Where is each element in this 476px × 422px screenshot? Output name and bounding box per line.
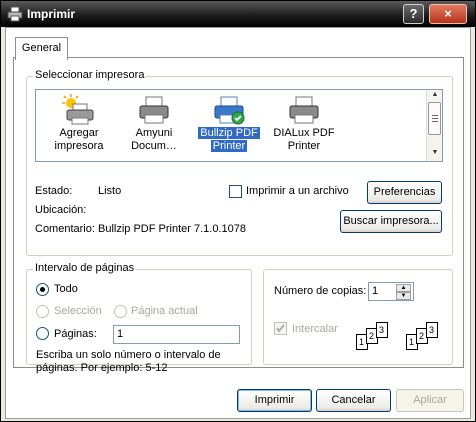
- collate-illustration: 1 2 3: [356, 322, 396, 362]
- print-button[interactable]: Imprimir: [237, 389, 312, 412]
- dialog-body: General Seleccionar impresora Agregar im…: [5, 27, 471, 419]
- selection-radio[interactable]: [36, 305, 49, 318]
- status-value: Listo: [98, 185, 122, 197]
- all-pages-radio[interactable]: [36, 283, 49, 296]
- help-button[interactable]: ?: [403, 4, 424, 24]
- printer-item-bullzip[interactable]: Bullzip PDF Printer: [194, 90, 264, 160]
- collate-illustration: 1 2 3: [406, 322, 446, 362]
- collate-label[interactable]: Intercalar: [292, 323, 338, 335]
- printer-icon: [289, 96, 319, 124]
- printer-icon: [139, 96, 169, 124]
- printer-label: Bullzip PDF Printer: [198, 127, 260, 152]
- copies-spinner[interactable]: 1 ▲ ▼: [368, 282, 414, 301]
- add-printer-icon: [62, 94, 94, 125]
- range-help-text-2: páginas. Por ejemplo: 5-12: [36, 362, 168, 374]
- default-printer-icon: [214, 96, 245, 125]
- preferences-button[interactable]: Preferencias: [367, 181, 442, 204]
- page-range-group: Intervalo de páginas Todo Selección Pági…: [26, 262, 252, 374]
- comment-value: Bullzip PDF Printer 7.1.0.1078: [98, 223, 246, 235]
- scroll-up-icon[interactable]: ▲: [430, 91, 440, 101]
- select-printer-group: Seleccionar impresora Agregar impresora …: [26, 69, 453, 256]
- window-title: Imprimir: [27, 7, 76, 21]
- spin-up-icon[interactable]: ▲: [396, 284, 411, 292]
- comment-label: Comentario:: [35, 223, 95, 235]
- printer-icon: [7, 6, 23, 22]
- select-printer-legend: Seleccionar impresora: [33, 69, 147, 81]
- scroll-down-icon[interactable]: ▼: [430, 149, 440, 159]
- cancel-button[interactable]: Cancelar: [316, 389, 391, 412]
- title-bar[interactable]: Imprimir ? ×: [1, 1, 475, 27]
- tab-panel-general: Seleccionar impresora Agregar impresora …: [13, 57, 464, 374]
- scroll-thumb[interactable]: [428, 102, 441, 135]
- all-pages-label[interactable]: Todo: [54, 283, 78, 295]
- checkmark-icon: [276, 324, 285, 333]
- current-page-label[interactable]: Página actual: [131, 305, 198, 317]
- status-label: Estado:: [35, 185, 73, 197]
- collate-checkbox[interactable]: [274, 322, 287, 335]
- printer-label: Amyuni Docum…: [131, 127, 177, 152]
- selection-label[interactable]: Selección: [54, 305, 102, 317]
- printer-label: DIALux PDF Printer: [273, 127, 335, 152]
- pages-radio[interactable]: [36, 327, 49, 340]
- range-help-text-1: Escriba un solo número o intervalo de: [36, 349, 221, 361]
- print-to-file-label[interactable]: Imprimir a un archivo: [246, 185, 349, 197]
- find-printer-button[interactable]: Buscar impresora...: [340, 210, 442, 233]
- copies-label: Número de copias:: [274, 285, 367, 297]
- apply-button[interactable]: Aplicar: [396, 389, 464, 412]
- page-range-legend: Intervalo de páginas: [33, 262, 137, 274]
- printer-list-scrollbar[interactable]: ▲ ▼: [426, 90, 442, 161]
- printer-item-add[interactable]: Agregar impresora: [44, 90, 114, 160]
- copies-input[interactable]: 1: [372, 283, 378, 300]
- tab-general[interactable]: General: [15, 37, 68, 60]
- print-dialog: Imprimir ? × General Seleccionar impreso…: [0, 0, 476, 422]
- pages-label[interactable]: Páginas:: [54, 328, 97, 340]
- location-label: Ubicación:: [35, 204, 87, 216]
- current-page-radio[interactable]: [114, 305, 127, 318]
- pages-input[interactable]: 1: [113, 325, 240, 344]
- print-to-file-checkbox[interactable]: [229, 185, 242, 198]
- printer-label: Agregar impresora: [54, 127, 104, 152]
- printer-list[interactable]: Agregar impresora Amyuni Docum… Bullzip …: [35, 89, 443, 162]
- spin-down-icon[interactable]: ▼: [396, 292, 411, 300]
- printer-item-dialux[interactable]: DIALux PDF Printer: [269, 90, 339, 160]
- copies-group: Número de copias: 1 ▲ ▼ Intercalar 1 2 3: [263, 269, 453, 365]
- printer-item-amyuni[interactable]: Amyuni Docum…: [119, 90, 189, 160]
- close-button[interactable]: ×: [429, 4, 467, 24]
